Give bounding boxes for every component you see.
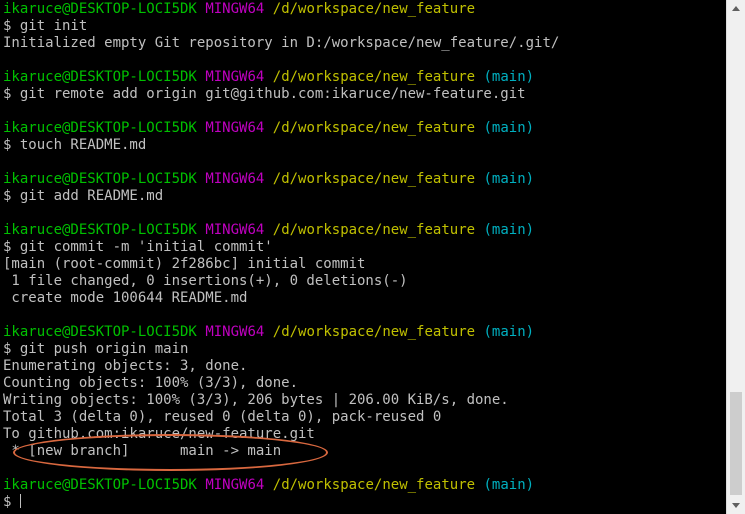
- output-line: Initialized empty Git repository in D:/w…: [3, 35, 560, 51]
- prompt-path: /d/workspace/new_feature: [272, 324, 476, 340]
- prompt-branch: (main): [483, 222, 535, 238]
- prompt-env: MINGW64: [205, 222, 265, 238]
- prompt-path: /d/workspace/new_feature: [272, 477, 476, 493]
- output-line: * [new branch] main -> main: [3, 443, 282, 459]
- prompt-line: ikaruce@DESKTOP-LOCI5DK MINGW64 /d/works…: [3, 120, 559, 137]
- output-line: 1 file changed, 0 insertions(+), 0 delet…: [3, 273, 408, 289]
- scrollbar-thumb[interactable]: [730, 392, 742, 495]
- output-line: $ touch README.md: [3, 137, 147, 153]
- prompt-path: /d/workspace/new_feature: [272, 222, 476, 238]
- text-cursor: [19, 494, 21, 508]
- prompt-user: ikaruce@DESKTOP-LOCI5DK: [3, 69, 197, 85]
- output-line: [main (root-commit) 2f286bc] initial com…: [3, 256, 366, 272]
- prompt-line: ikaruce@DESKTOP-LOCI5DK MINGW64 /d/works…: [3, 1, 559, 18]
- output-line: $ git push origin main: [3, 341, 189, 357]
- prompt-branch: (main): [483, 120, 535, 136]
- input-line[interactable]: $: [3, 494, 559, 511]
- prompt-path: /d/workspace/new_feature: [272, 1, 476, 17]
- vertical-scrollbar[interactable]: [726, 0, 745, 514]
- prompt-env: MINGW64: [205, 120, 265, 136]
- output-line: Total 3 (delta 0), reused 0 (delta 0), p…: [3, 409, 442, 425]
- prompt-branch: (main): [483, 324, 535, 340]
- prompt-line: ikaruce@DESKTOP-LOCI5DK MINGW64 /d/works…: [3, 171, 559, 188]
- prompt-line: ikaruce@DESKTOP-LOCI5DK MINGW64 /d/works…: [3, 324, 559, 341]
- prompt-path: /d/workspace/new_feature: [272, 171, 476, 187]
- output-line: Counting objects: 100% (3/3), done.: [3, 375, 299, 391]
- prompt-branch: (main): [483, 171, 535, 187]
- output-line: $ git remote add origin git@github.com:i…: [3, 86, 526, 102]
- prompt-line: ikaruce@DESKTOP-LOCI5DK MINGW64 /d/works…: [3, 69, 559, 86]
- output-line: Writing objects: 100% (3/3), 206 bytes |…: [3, 392, 509, 408]
- prompt-env: MINGW64: [205, 477, 265, 493]
- output-line: $ git commit -m 'initial commit': [3, 239, 273, 255]
- prompt-env: MINGW64: [205, 324, 265, 340]
- prompt-line: ikaruce@DESKTOP-LOCI5DK MINGW64 /d/works…: [3, 222, 559, 239]
- input-prompt: $: [3, 494, 20, 510]
- prompt-env: MINGW64: [205, 1, 265, 17]
- prompt-line: ikaruce@DESKTOP-LOCI5DK MINGW64 /d/works…: [3, 477, 559, 494]
- prompt-branch: (main): [483, 69, 535, 85]
- prompt-env: MINGW64: [205, 69, 265, 85]
- terminal-output: ikaruce@DESKTOP-LOCI5DK MINGW64 /d/works…: [3, 1, 559, 511]
- terminal-window[interactable]: ikaruce@DESKTOP-LOCI5DK MINGW64 /d/works…: [0, 0, 726, 514]
- output-line: $ git add README.md: [3, 188, 164, 204]
- prompt-user: ikaruce@DESKTOP-LOCI5DK: [3, 477, 197, 493]
- prompt-path: /d/workspace/new_feature: [272, 69, 476, 85]
- prompt-user: ikaruce@DESKTOP-LOCI5DK: [3, 120, 197, 136]
- prompt-user: ikaruce@DESKTOP-LOCI5DK: [3, 222, 197, 238]
- scroll-down-arrow-icon[interactable]: [727, 497, 745, 514]
- prompt-path: /d/workspace/new_feature: [272, 120, 476, 136]
- output-line: Enumerating objects: 3, done.: [3, 358, 248, 374]
- prompt-user: ikaruce@DESKTOP-LOCI5DK: [3, 324, 197, 340]
- output-line: create mode 100644 README.md: [3, 290, 248, 306]
- prompt-user: ikaruce@DESKTOP-LOCI5DK: [3, 1, 197, 17]
- prompt-env: MINGW64: [205, 171, 265, 187]
- output-line: $ git init: [3, 18, 88, 34]
- scroll-up-arrow-icon[interactable]: [727, 0, 745, 17]
- output-line: To github.com:ikaruce/new-feature.git: [3, 426, 315, 442]
- prompt-branch: (main): [483, 477, 535, 493]
- prompt-user: ikaruce@DESKTOP-LOCI5DK: [3, 171, 197, 187]
